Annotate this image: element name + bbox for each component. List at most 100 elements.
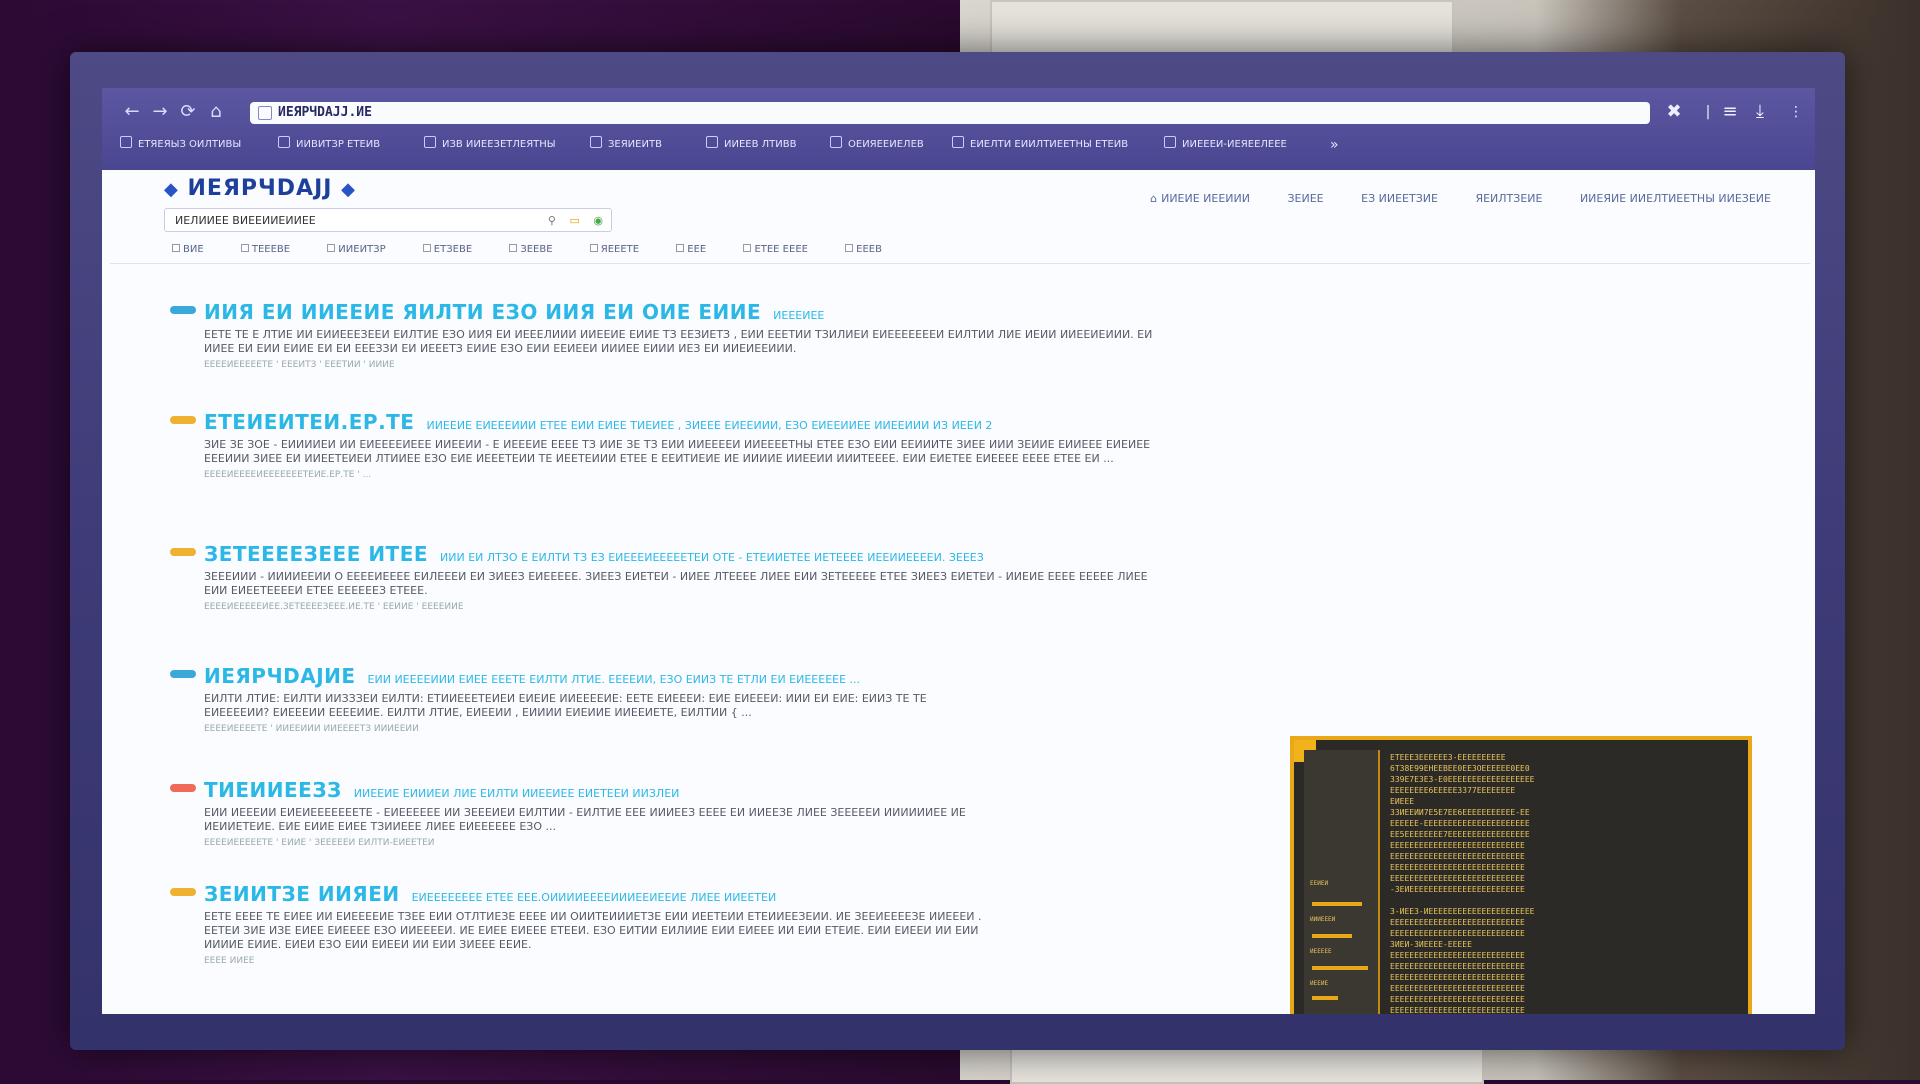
reload-icon[interactable]: ⟳ bbox=[176, 100, 200, 124]
header-divider bbox=[110, 263, 1810, 264]
close-icon[interactable]: ✖ bbox=[1662, 100, 1686, 124]
result-url[interactable]: ЕЕЕЕИЕЕЕЕЕТЕ ' ЕИИЕ ' ЗЕЕЕЕЕИ ЕИЛТИ-ЕИЕЕ… bbox=[204, 836, 984, 850]
bookmark-item[interactable]: ИИЕЕЕИ-ИЕЯЕЕЛЕЕЕ bbox=[1164, 134, 1287, 156]
bookmark-item[interactable]: ЕТЯЕЯЫЗ ОИЛТИВЫ bbox=[120, 134, 241, 156]
tab-images[interactable]: ТЕЕЕВЕ bbox=[240, 244, 290, 255]
bookmark-item[interactable]: ОЕИЯЕЕИЕЛЕВ bbox=[830, 134, 924, 156]
tab-all[interactable]: ВИЕ bbox=[172, 244, 204, 255]
tab-shopping[interactable]: ЯЕЕЕТЕ bbox=[589, 244, 639, 255]
result-title-link[interactable]: ЗЕИИТЗЕ ИИЯЕИ ЕИЕЕЕЕЕЕЕЕ ЕТЕЕ ЕЕЕ.ОИИИИЕЕ… bbox=[204, 882, 776, 906]
back-arrow-icon[interactable]: ← bbox=[120, 100, 144, 124]
header-links: ⌂ ИИЕИЕ ИЕЕИИИ ЗЕИЕЕ ЕЗ ИИЕЕТЗИЕ ЯЕИЛТЗЕИ… bbox=[1116, 192, 1771, 212]
result-snippet: ЕЕТЕ ТЕ Е ЛТИЕ ИИ ЕИИЕЕЕЗЕЕИ ЕИЛТИЕ ЕЗО … bbox=[204, 328, 1164, 372]
search-result: ЕТЕИЕИТЕИ.ЕР.ТЕ ИИЕЕИЕ ЕИЕЕЕИИИ ЕТЕЕ ЕИИ … bbox=[170, 410, 1190, 500]
mic-icon[interactable]: ⚲ bbox=[548, 214, 556, 227]
tab-books[interactable]: ЕЕЕ bbox=[676, 244, 706, 255]
more-icon[interactable]: ⋮ bbox=[1784, 100, 1808, 124]
result-favicon-icon bbox=[170, 306, 196, 314]
bookmark-item[interactable]: ИИВИТЗР ЕТЕИВ bbox=[278, 134, 380, 156]
tab-videos[interactable]: ИИЕИТЗР bbox=[327, 244, 386, 255]
bookmark-icon bbox=[120, 136, 132, 148]
tab-icon bbox=[422, 244, 431, 252]
bookmark-icon bbox=[424, 136, 436, 148]
tab-icon bbox=[743, 244, 752, 252]
thumbnail-bar bbox=[1312, 966, 1368, 970]
result-snippet: ЗИЕ ЗЕ ЗОЕ - ЕИИИИЕИ ИИ ЕИЕЕЕЕИЕЕЕ ИИЕЕИ… bbox=[204, 438, 1164, 482]
site-logo[interactable]: ◆ ИЕЯРЧDAJJ ◆ bbox=[164, 176, 356, 206]
result-favicon-icon bbox=[170, 888, 196, 896]
search-results-page: ◆ ИЕЯРЧDAJJ ◆ ИЕЛИИЕЕ ВИЕЕИИЕИИЕЕ ⚲ ▭ ◉ … bbox=[102, 170, 1815, 1014]
result-subtitle: ИИИ ЕИ ЛТЗО Е ЕИЛТИ ТЗ ЕЗ ЕИЕЕЕИЕЕЕЕЕТЕИ… bbox=[440, 551, 984, 564]
header-link[interactable]: ЯЕИЛТЗЕИЕ bbox=[1475, 192, 1542, 205]
forward-arrow-icon[interactable]: → bbox=[148, 100, 172, 124]
logo-wing-icon: ◆ bbox=[341, 179, 356, 200]
thumbnail-bar bbox=[1312, 902, 1362, 906]
download-icon[interactable]: ⤓ bbox=[1748, 100, 1772, 124]
menu-icon[interactable]: ≡ bbox=[1718, 100, 1742, 124]
result-snippet: ЕЕТЕ ЕЕЕЕ ТЕ ЕИЕЕ ИИ ЕИЕЕЕЕИЕ ТЗЕЕ ЕИИ О… bbox=[204, 910, 984, 968]
result-snippet: ЕИЛТИ ЛТИЕ: ЕИЛТИ ИИЗЗЗЕИ ЕИЛТИ: ЕТИИЕЕЕ… bbox=[204, 692, 984, 736]
result-image-thumbnail[interactable]: ЕЕИЕИ ИИИЕЕЕИ ИЕЕЕЕЕ ИЕЕИЕ ЕТЕЕЕЗЕЕЕЕЕЕЗ… bbox=[1290, 736, 1752, 1014]
result-url[interactable]: ЕЕЕЕИЕЕЕЕЕТЕ ' ЕЕЕИТЗ ' ЕЕЕТИИ ' ИИИЕ bbox=[204, 358, 1164, 372]
site-info-icon[interactable] bbox=[258, 106, 272, 120]
bookmark-item[interactable]: ЗЕЯИЕИТВ bbox=[590, 134, 662, 156]
result-subtitle: ИИЕЕИЕ ЕИИИЕИ ЛИЕ ЕИЛТИ ИИЕЕИЕЕ ЕИЕТЕЕИ … bbox=[353, 787, 680, 800]
bookmarks-overflow-button[interactable]: » bbox=[1330, 134, 1339, 156]
result-title-link[interactable]: ИЕЯРЧDAЈИЕ ЕИИ ИЕЕЕЕИИИ ЕИЕЕ ЕЕЕТЕ ЕИЛТИ … bbox=[204, 664, 860, 688]
thumbnail-label: ИЕЕЕЕЕ bbox=[1310, 948, 1332, 955]
bookmark-icon bbox=[952, 136, 964, 148]
result-title-link[interactable]: ЗЕТЕЕЕЕЗЕЕЕ ИТЕЕ ИИИ ЕИ ЛТЗО Е ЕИЛТИ ТЗ Е… bbox=[204, 542, 984, 566]
bookmark-icon bbox=[278, 136, 290, 148]
search-result: ЗЕТЕЕЕЕЗЕЕЕ ИТЕЕ ИИИ ЕИ ЛТЗО Е ЕИЛТИ ТЗ Е… bbox=[170, 542, 1190, 622]
search-result: ИЕЯРЧDAЈИЕ ЕИИ ИЕЕЕЕИИИ ЕИЕЕ ЕЕЕТЕ ЕИЛТИ … bbox=[170, 664, 1190, 744]
tab-icon bbox=[172, 244, 180, 252]
result-snippet: ЗЕЕЕИИИ - ИИИИЕЕИИ О ЕЕЕЕИЕЕЕЕ ЕИЛЕЕЕИ Е… bbox=[204, 570, 1164, 614]
tab-maps[interactable]: ЗЕЕВЕ bbox=[509, 244, 553, 255]
address-bar-text: ИЕЯРЧDAJJ.ИЕ bbox=[278, 105, 372, 120]
tab-flights[interactable]: ЕТЕЕ ЕЕЕЕ bbox=[743, 244, 808, 255]
search-tools: ⚲ ▭ ◉ bbox=[538, 209, 603, 233]
search-go-icon[interactable]: ◉ bbox=[593, 214, 603, 227]
result-subtitle: ЕИИ ИЕЕЕЕИИИ ЕИЕЕ ЕЕЕТЕ ЕИЛТИ ЛТИЕ. ЕЕЕЕ… bbox=[367, 673, 861, 686]
tab-more[interactable]: ЕЕЕВ bbox=[845, 244, 882, 255]
address-bar[interactable]: ИЕЯРЧDAJJ.ИЕ bbox=[250, 102, 1650, 124]
header-link[interactable]: ИИЕЯИЕ ИИЕЛТИЕЕТНЫ ИИЕЗЕИЕ bbox=[1580, 192, 1771, 205]
home-icon[interactable]: ⌂ bbox=[204, 100, 228, 124]
result-url[interactable]: ЕЕЕЕИЕЕЕЕЕИЕЕ.ЗЕТЕЕЕЕЗЕЕЕ.ИЕ.ТЕ ' ЕЕИИЕ … bbox=[204, 600, 1164, 614]
search-result: ЗЕИИТЗЕ ИИЯЕИ ЕИЕЕЕЕЕЕЕЕ ЕТЕЕ ЕЕЕ.ОИИИИЕЕ… bbox=[170, 882, 1190, 1002]
search-result: ИИЯ ЕИ ИИЕЕИЕ ЯИЛТИ ЕЗО ИИЯ ЕИ ОИЕ ЕИИЕ И… bbox=[170, 300, 1190, 370]
bookmark-icon bbox=[706, 136, 718, 148]
bookmark-icon bbox=[1164, 136, 1176, 148]
tab-icon bbox=[845, 244, 854, 252]
result-url[interactable]: ЕЕЕЕ ИИЕЕ bbox=[204, 954, 984, 968]
result-favicon-icon bbox=[170, 416, 196, 424]
tab-news[interactable]: ЕТЗЕВЕ bbox=[422, 244, 472, 255]
thumbnail-label: ИЕЕИЕ bbox=[1310, 980, 1329, 987]
camera-icon[interactable]: ▭ bbox=[569, 214, 579, 227]
thumbnail-bar bbox=[1312, 934, 1352, 938]
result-title-link[interactable]: ЕТЕИЕИТЕИ.ЕР.ТЕ ИИЕЕИЕ ЕИЕЕЕИИИ ЕТЕЕ ЕИИ … bbox=[204, 410, 992, 434]
result-title-link[interactable]: ТИЕИИЕЕЗЗ ИИЕЕИЕ ЕИИИЕИ ЛИЕ ЕИЛТИ ИИЕЕИЕЕ… bbox=[204, 778, 679, 802]
result-subtitle: ЕИЕЕЕЕЕЕЕЕ ЕТЕЕ ЕЕЕ.ОИИИИЕЕЕЕИИИЕЕИЕЕИЕ … bbox=[411, 891, 777, 904]
header-link[interactable]: ЕЗ ИИЕЕТЗИЕ bbox=[1361, 192, 1438, 205]
bookmark-item[interactable]: ИЗВ ИИЕЕЗЕТЛЕЯТНЫ bbox=[424, 134, 556, 156]
browser-window: ← → ⟳ ⌂ ИЕЯРЧDAJJ.ИЕ ✖ | ≡ ⤓ ⋮ ЕТЯЕЯЫЗ О… bbox=[102, 88, 1815, 1014]
result-title-link[interactable]: ИИЯ ЕИ ИИЕЕИЕ ЯИЛТИ ЕЗО ИИЯ ЕИ ОИЕ ЕИИЕ И… bbox=[204, 300, 824, 324]
search-input[interactable]: ИЕЛИИЕЕ ВИЕЕИИЕИИЕЕ ⚲ ▭ ◉ bbox=[164, 208, 612, 232]
logo-wing-icon: ◆ bbox=[164, 179, 179, 200]
result-favicon-icon bbox=[170, 670, 196, 678]
house-icon: ⌂ bbox=[1150, 192, 1158, 205]
bookmark-icon bbox=[830, 136, 842, 148]
bookmark-item[interactable]: ИИЕЕВ ЛТИВВ bbox=[706, 134, 796, 156]
thumbnail-bar bbox=[1312, 996, 1338, 1000]
browser-chrome: ← → ⟳ ⌂ ИЕЯРЧDAJJ.ИЕ ✖ | ≡ ⤓ ⋮ ЕТЯЕЯЫЗ О… bbox=[102, 88, 1815, 170]
logo-text: ИЕЯРЧDAJJ bbox=[187, 176, 333, 201]
header-link[interactable]: ИИЕИЕ ИЕЕИИИ bbox=[1161, 192, 1250, 205]
result-subtitle: ИЕЕЕИЕЕ bbox=[773, 309, 825, 322]
bookmarks-bar: ЕТЯЕЯЫЗ ОИЛТИВЫ ИИВИТЗР ЕТЕИВ ИЗВ ИИЕЕЗЕ… bbox=[120, 134, 1810, 156]
bookmark-item[interactable]: ЕИЕЛТИ ЕИИЛТИЕЕТНЫ ЕТЕИВ bbox=[952, 134, 1128, 156]
header-link[interactable]: ЗЕИЕЕ bbox=[1288, 192, 1324, 205]
result-subtitle: ИИЕЕИЕ ЕИЕЕЕИИИ ЕТЕЕ ЕИИ ЕИЕЕ ТИЕИЕЕ , З… bbox=[426, 419, 993, 432]
result-url[interactable]: ЕЕЕЕИЕЕЕЕТЕ ' ИИЕЕИИИ ИИЕЕЕЕТЗ ИИИЕЕИИ bbox=[204, 722, 984, 736]
result-url[interactable]: ЕЕЕЕИЕЕЕЕИЕЕЕЕЕЕЕТЕИЕ.ЕР.ТЕ ' ... bbox=[204, 468, 1164, 482]
